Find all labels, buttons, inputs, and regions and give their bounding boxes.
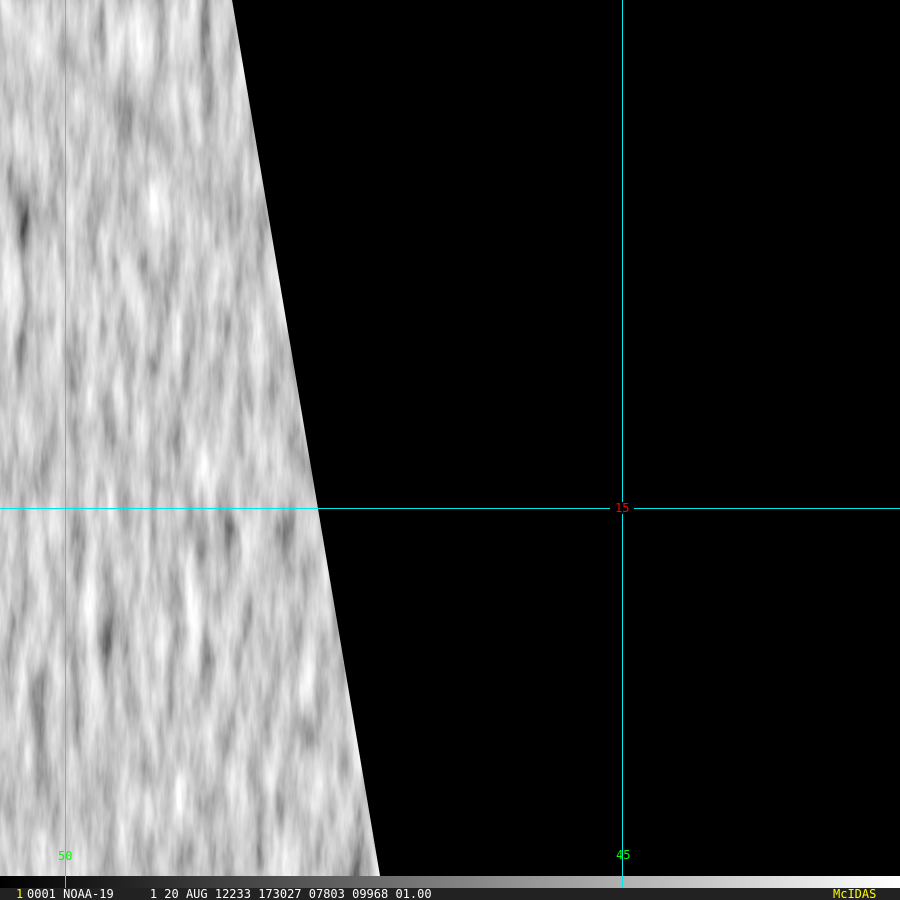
mcidas-brand: McIDAS [833,887,877,900]
longitude-label-right: 45 [616,848,631,862]
longitude-label-left: 50 [58,849,73,863]
image-info: 0001 NOAA-19 1 20 AUG 12233 173027 07803… [27,887,432,900]
status-bar: 1 0001 NOAA-19 1 20 AUG 12233 173027 078… [0,888,900,900]
cloud-swath [0,0,380,876]
satellite-image-view: 50 45 15 1 0001 NOAA-19 1 20 AUG 12233 1… [0,0,900,900]
satellite-image [0,0,900,888]
frame-number: 1 [16,887,24,900]
latitude-label: 15 [614,501,631,515]
